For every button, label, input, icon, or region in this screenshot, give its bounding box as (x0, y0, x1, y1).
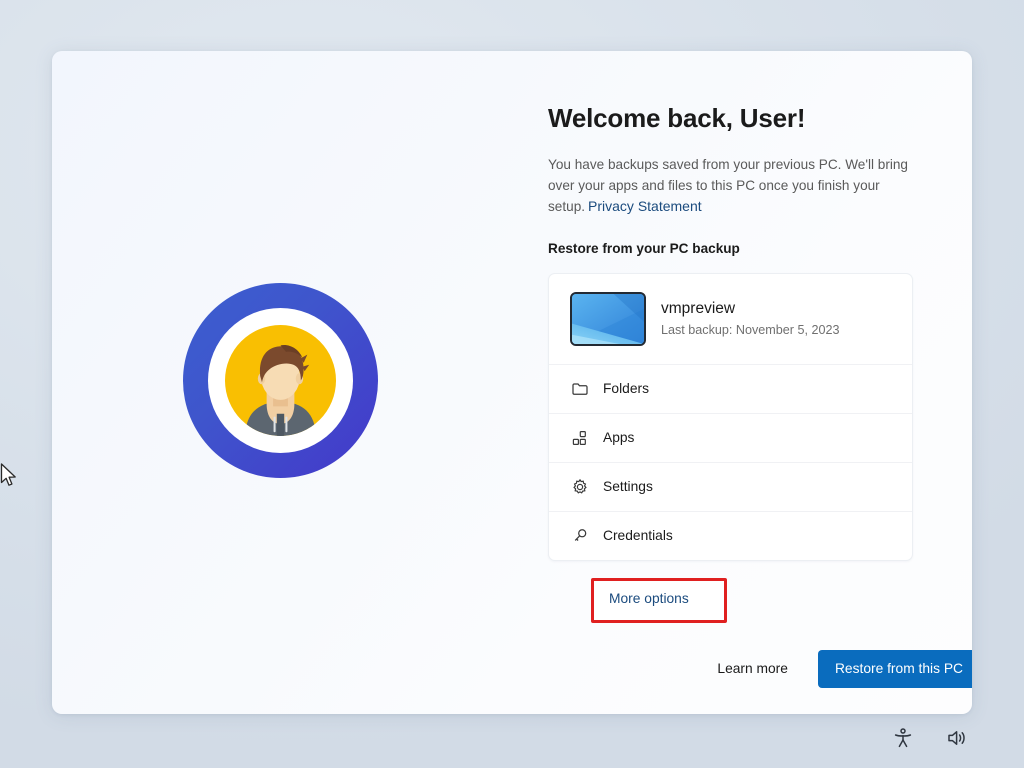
folder-icon (570, 379, 589, 398)
avatar-inner-circle (225, 325, 336, 436)
person-figure-icon (245, 344, 316, 436)
more-options-zone: More options (548, 574, 928, 623)
backup-item-label: Folders (603, 381, 650, 397)
learn-more-link[interactable]: Learn more (717, 661, 788, 676)
backup-item-folders[interactable]: Folders (549, 363, 912, 413)
backup-item-label: Apps (603, 430, 635, 446)
backup-item-label: Settings (603, 479, 653, 495)
backup-device-row[interactable]: vmpreview Last backup: November 5, 2023 (549, 274, 912, 364)
device-last-backup: Last backup: November 5, 2023 (661, 322, 840, 337)
mouse-pointer-cursor (0, 463, 16, 486)
gear-icon (570, 477, 589, 496)
user-avatar-illustration (183, 283, 378, 478)
backup-item-label: Credentials (603, 528, 673, 544)
apps-grid-icon (570, 428, 589, 447)
backup-item-settings[interactable]: Settings (549, 461, 912, 511)
backup-card: vmpreview Last backup: November 5, 2023 … (548, 272, 913, 561)
intro-paragraph: You have backups saved from your previou… (548, 155, 916, 218)
restore-from-this-pc-button[interactable]: Restore from this PC (817, 649, 972, 688)
device-text: vmpreview Last backup: November 5, 2023 (661, 299, 840, 338)
privacy-statement-link[interactable]: Privacy Statement (585, 198, 702, 214)
more-options-link[interactable]: More options (609, 591, 689, 606)
device-name: vmpreview (661, 300, 736, 318)
setup-content-column: Welcome back, User! You have backups sav… (548, 103, 972, 688)
backup-item-apps[interactable]: Apps (549, 412, 912, 462)
windows-wallpaper-thumbnail-icon (570, 291, 646, 346)
page-title: Welcome back, User! (548, 103, 806, 133)
system-tray (891, 726, 969, 750)
backup-item-credentials[interactable]: Credentials (549, 510, 912, 560)
oobe-setup-card: Welcome back, User! You have backups sav… (52, 51, 972, 714)
key-icon (570, 526, 589, 545)
volume-icon[interactable] (945, 726, 969, 750)
section-heading: Restore from your PC backup (548, 240, 740, 256)
accessibility-icon[interactable] (891, 726, 915, 750)
footer-actions: Learn more Restore from this PC (548, 649, 972, 688)
